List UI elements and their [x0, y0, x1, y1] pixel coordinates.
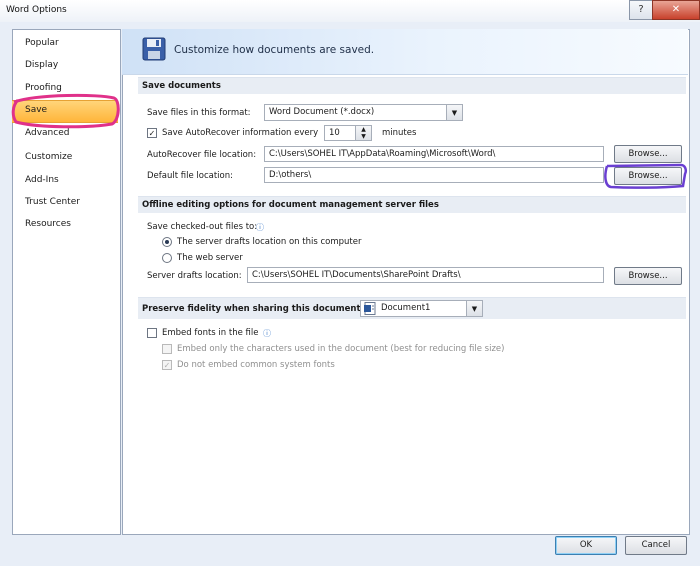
sidebar-item-display[interactable]: Display [25, 60, 58, 70]
format-label: Save files in this format: [147, 108, 251, 118]
cancel-button[interactable]: Cancel [625, 536, 687, 555]
drafts-location-label: Server drafts location: [147, 271, 242, 281]
section-save-documents: Save documents [138, 77, 686, 94]
embed-chars-checkbox[interactable] [162, 344, 172, 354]
minutes-label: minutes [382, 128, 417, 138]
autorecover-checkbox[interactable]: ✓ [147, 128, 157, 138]
word-options-window: Word Options ? ✕ Popular Display Proofin… [0, 0, 700, 566]
close-icon: ✕ [671, 4, 681, 15]
autorecover-location-input[interactable]: C:\Users\SOHEL IT\AppData\Roaming\Micros… [264, 146, 604, 162]
window-title: Word Options [6, 5, 67, 15]
drafts-location-input[interactable]: C:\Users\SOHEL IT\Documents\SharePoint D… [247, 267, 604, 283]
format-dropdown-value: Word Document (*.docx) [269, 107, 375, 117]
default-location-input[interactable]: D:\others\ [264, 167, 604, 183]
sidebar-item-popular[interactable]: Popular [25, 38, 59, 48]
drafts-browse-button[interactable]: Browse... [614, 267, 682, 285]
ok-button[interactable]: OK [555, 536, 617, 555]
no-common-fonts-label: Do not embed common system fonts [177, 360, 335, 370]
header-text: Customize how documents are saved. [174, 44, 375, 56]
sidebar-item-resources[interactable]: Resources [25, 219, 71, 229]
embed-fonts-checkbox[interactable] [147, 328, 157, 338]
autorecover-label: Save AutoRecover information every [162, 128, 319, 138]
info-icon: ⓘ [256, 223, 264, 232]
checkout-label: Save checked-out files to: [147, 222, 258, 232]
sidebar-item-customize[interactable]: Customize [25, 152, 72, 162]
fidelity-document-value: Document1 [381, 303, 431, 313]
embed-fonts-label: Embed fonts in the file [162, 328, 259, 338]
web-server-option-label: The web server [177, 253, 243, 263]
autorecover-minutes-value: 10 [329, 128, 340, 138]
close-button[interactable]: ✕ [652, 0, 700, 20]
section-offline-editing: Offline editing options for document man… [138, 196, 686, 213]
autorecover-browse-button[interactable]: Browse... [614, 145, 682, 163]
autorecover-minutes-stepper[interactable]: 10 ▲ ▼ [324, 125, 372, 141]
help-button[interactable]: ? [629, 0, 653, 20]
server-drafts-radio[interactable] [162, 237, 172, 247]
server-drafts-option-label: The server drafts location on this compu… [177, 237, 362, 247]
fidelity-document-dropdown[interactable]: Document1 ▼ [360, 300, 483, 317]
web-server-radio[interactable] [162, 253, 172, 263]
sidebar-item-add-ins[interactable]: Add-Ins [25, 175, 59, 185]
sidebar-item-trust-center[interactable]: Trust Center [25, 197, 80, 207]
default-location-label: Default file location: [147, 171, 233, 181]
stepper-arrows-icon[interactable]: ▲ ▼ [355, 126, 371, 140]
info-icon: ⓘ [263, 329, 271, 338]
chevron-down-icon: ▼ [466, 301, 482, 316]
word-document-icon [364, 302, 376, 315]
save-highlight-annotation [11, 93, 120, 129]
no-common-fonts-checkbox[interactable]: ✓ [162, 360, 172, 370]
embed-chars-label: Embed only the characters used in the do… [177, 344, 505, 354]
browse-highlight-annotation [604, 163, 688, 189]
help-icon: ? [638, 4, 644, 15]
autorecover-location-label: AutoRecover file location: [147, 150, 257, 160]
title-bar: Word Options ? ✕ [0, 0, 700, 22]
format-dropdown[interactable]: Word Document (*.docx) ▼ [264, 104, 463, 121]
save-disk-icon [142, 37, 166, 61]
chevron-down-icon: ▼ [446, 105, 462, 120]
